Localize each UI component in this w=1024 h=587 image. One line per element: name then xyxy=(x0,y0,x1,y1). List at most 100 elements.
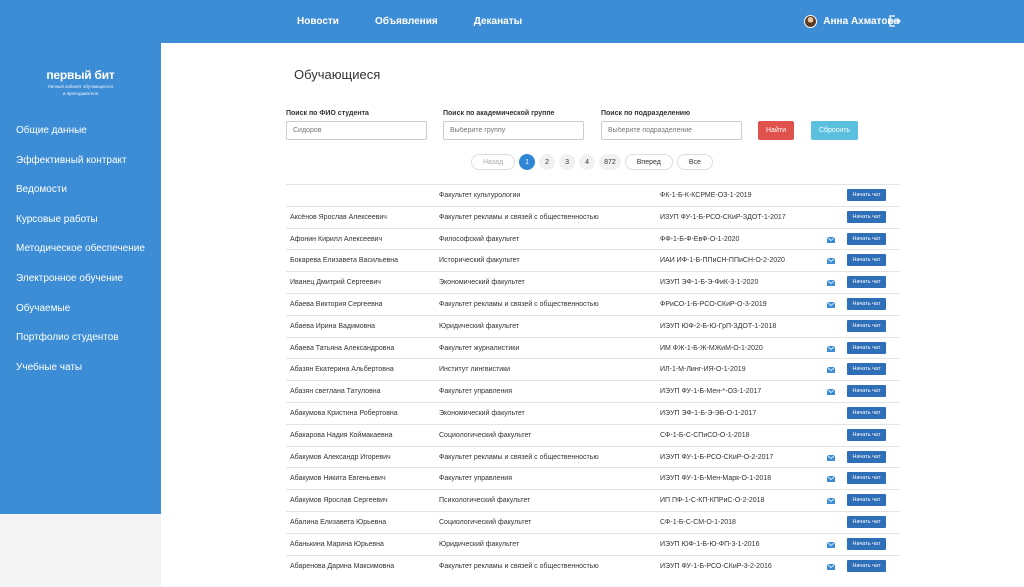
start-chat-button[interactable]: Начать чат xyxy=(847,363,886,376)
prev-page-button[interactable]: Назад xyxy=(471,154,516,170)
logo[interactable]: первый бит Личный кабинет обучающегося и… xyxy=(0,68,161,96)
table-row: Абазян Екатерина Альбертовна Институт лин… xyxy=(286,358,900,380)
start-chat-button[interactable]: Начать чат xyxy=(847,559,886,572)
student-faculty: Факультет рекламы и связей с общественно… xyxy=(439,562,599,570)
fio-search-input[interactable] xyxy=(286,121,427,140)
envelope-icon[interactable] xyxy=(827,301,835,308)
table-row: Аксёнов Ярослав Алексеевич Факультет рекл… xyxy=(286,205,900,228)
nav-announcements[interactable]: Объявления xyxy=(375,16,438,27)
start-chat-button[interactable]: Начать чат xyxy=(847,515,886,528)
start-chat-button[interactable]: Начать чат xyxy=(847,254,886,267)
envelope-icon[interactable] xyxy=(827,541,835,548)
student-group: СФ-1-Б-С-СМ-О-1-2018 xyxy=(660,518,736,526)
envelope-icon[interactable] xyxy=(827,258,835,265)
table-row: Абалина Елизавета Юрьевна Социологический… xyxy=(286,510,900,533)
sidebar-item-statements[interactable]: Ведомости xyxy=(16,183,145,213)
page-last-button[interactable]: 872 xyxy=(599,154,621,170)
logout-icon[interactable] xyxy=(887,14,901,28)
page-3-button[interactable]: 3 xyxy=(559,154,576,170)
student-faculty: Факультет управления xyxy=(439,475,513,483)
sidebar-item-methodology[interactable]: Методическое обеспечение xyxy=(16,242,145,272)
envelope-icon[interactable] xyxy=(827,498,835,505)
student-faculty: Факультет управления xyxy=(439,388,513,396)
start-chat-button[interactable]: Начать чат xyxy=(847,494,886,507)
page-title: Обучающиеся xyxy=(294,67,381,82)
all-pages-button[interactable]: Все xyxy=(676,154,713,170)
student-name: Абакумов Александр Игоревич xyxy=(290,453,391,461)
envelope-icon[interactable] xyxy=(827,345,835,352)
sidebar-item-chats[interactable]: Учебные чаты xyxy=(16,361,145,391)
table-row: Факультет культурологии ФК-1-Б-К-КСРМЕ-ОЗ… xyxy=(286,184,900,206)
start-chat-button[interactable]: Начать чат xyxy=(847,450,886,463)
group-search-input[interactable] xyxy=(443,121,584,140)
start-chat-button[interactable]: Начать чат xyxy=(847,297,886,310)
student-group: ИМ ФЖ-1-Б-Ж-МЖиМ-О-1-2020 xyxy=(660,344,763,352)
student-name: Абаева Ирина Вадимовна xyxy=(290,322,376,330)
start-chat-button[interactable]: Начать чат xyxy=(847,385,886,398)
logo-subtitle-1: Личный кабинет обучающегося xyxy=(47,84,114,89)
user-menu[interactable]: Анна Ахматова xyxy=(804,0,899,43)
student-group: ИЭУП ЮФ-1-Б-Ю-ФП-3-1-2016 xyxy=(660,540,760,548)
envelope-icon[interactable] xyxy=(827,367,835,374)
envelope-icon[interactable] xyxy=(827,476,835,483)
envelope-icon[interactable] xyxy=(827,563,835,570)
student-faculty: Социологический факультет xyxy=(439,431,532,439)
nav-news[interactable]: Новости xyxy=(297,16,339,27)
table-row: Абаева Татьяна Александровна Факультет жу… xyxy=(286,336,900,359)
start-chat-button[interactable]: Начать чат xyxy=(847,276,886,289)
pagination: Назад 1 2 3 4 872 Вперед Все xyxy=(471,154,713,170)
sidebar-item-students[interactable]: Обучаемые xyxy=(16,302,145,332)
student-faculty: Философский факультет xyxy=(439,235,520,243)
start-chat-button[interactable]: Начать чат xyxy=(847,232,886,245)
logo-title: первый бит xyxy=(46,68,115,82)
start-chat-button[interactable]: Начать чат xyxy=(847,189,886,201)
student-faculty: Психологический факультет xyxy=(439,497,531,505)
top-bar: Новости Объявления Деканаты Анна Ахматов… xyxy=(0,0,1024,43)
student-faculty: Социологический факультет xyxy=(439,518,532,526)
start-chat-button[interactable]: Начать чат xyxy=(847,406,886,419)
student-group: ФФ-1-Б-Ф-ЕвФ-О-1-2020 xyxy=(660,235,740,243)
page-1-button[interactable]: 1 xyxy=(519,154,536,170)
student-name: Абалина Елизавета Юрьевна xyxy=(290,518,387,526)
sidebar-item-contract[interactable]: Эффективный контракт xyxy=(16,154,145,184)
sidebar-item-portfolio[interactable]: Портфолио студентов xyxy=(16,331,145,361)
start-chat-button[interactable]: Начать чат xyxy=(847,428,886,441)
table-row: Абаева Ирина Вадимовна Юридический факуль… xyxy=(286,314,900,337)
start-chat-button[interactable]: Начать чат xyxy=(847,210,886,223)
student-name: Иванец Дмитрий Сергеевич xyxy=(290,279,381,287)
dept-search-input[interactable] xyxy=(601,121,742,140)
fio-search-label: Поиск по ФИО студента xyxy=(286,110,369,117)
start-chat-button[interactable]: Начать чат xyxy=(847,319,886,332)
page-4-button[interactable]: 4 xyxy=(579,154,596,170)
reset-button[interactable]: Сбросить xyxy=(811,121,858,140)
avatar xyxy=(804,15,818,28)
student-faculty: Факультет рекламы и связей с общественно… xyxy=(439,453,599,461)
sidebar-item-coursework[interactable]: Курсовые работы xyxy=(16,213,145,243)
table-row: Абаева Виктория Сергеевна Факультет рекла… xyxy=(286,292,900,315)
sidebar-item-general[interactable]: Общие данные xyxy=(16,124,145,154)
student-name: Аксёнов Ярослав Алексеевич xyxy=(290,213,387,221)
nav-deans-offices[interactable]: Деканаты xyxy=(474,16,522,27)
student-faculty: Экономический факультет xyxy=(439,409,525,417)
envelope-icon[interactable] xyxy=(827,389,835,396)
page-2-button[interactable]: 2 xyxy=(539,154,556,170)
start-chat-button[interactable]: Начать чат xyxy=(847,537,886,550)
find-button[interactable]: Найти xyxy=(758,121,794,140)
student-group: ИЭУП ЭФ-1-Б-Э-ЭБ-О-1-2017 xyxy=(660,409,757,417)
table-row: Абазян светлана Татуловна Факультет управ… xyxy=(286,380,900,402)
envelope-icon[interactable] xyxy=(827,280,835,287)
envelope-icon[interactable] xyxy=(827,236,835,243)
student-faculty: Факультет журналистики xyxy=(439,344,520,352)
table-row: Абакарова Надия Коймакаевна Социологическ… xyxy=(286,423,900,446)
start-chat-button[interactable]: Начать чат xyxy=(847,341,886,354)
dept-search-label: Поиск по подразделению xyxy=(601,110,691,117)
next-page-button[interactable]: Вперед xyxy=(624,154,673,170)
student-group: ФРиСО-1-Б-РСО-СКиР-О-3-2019 xyxy=(660,300,767,308)
student-faculty: Факультет рекламы и связей с общественно… xyxy=(439,213,599,221)
student-name: Абакарова Надия Коймакаевна xyxy=(290,431,393,439)
student-faculty: Факультет рекламы и связей с общественно… xyxy=(439,300,599,308)
start-chat-button[interactable]: Начать чат xyxy=(847,472,886,485)
table-row: Абакумов Никита Евгеньевич Факультет упра… xyxy=(286,467,900,489)
sidebar-item-elearning[interactable]: Электронное обучение xyxy=(16,272,145,302)
envelope-icon[interactable] xyxy=(827,454,835,461)
